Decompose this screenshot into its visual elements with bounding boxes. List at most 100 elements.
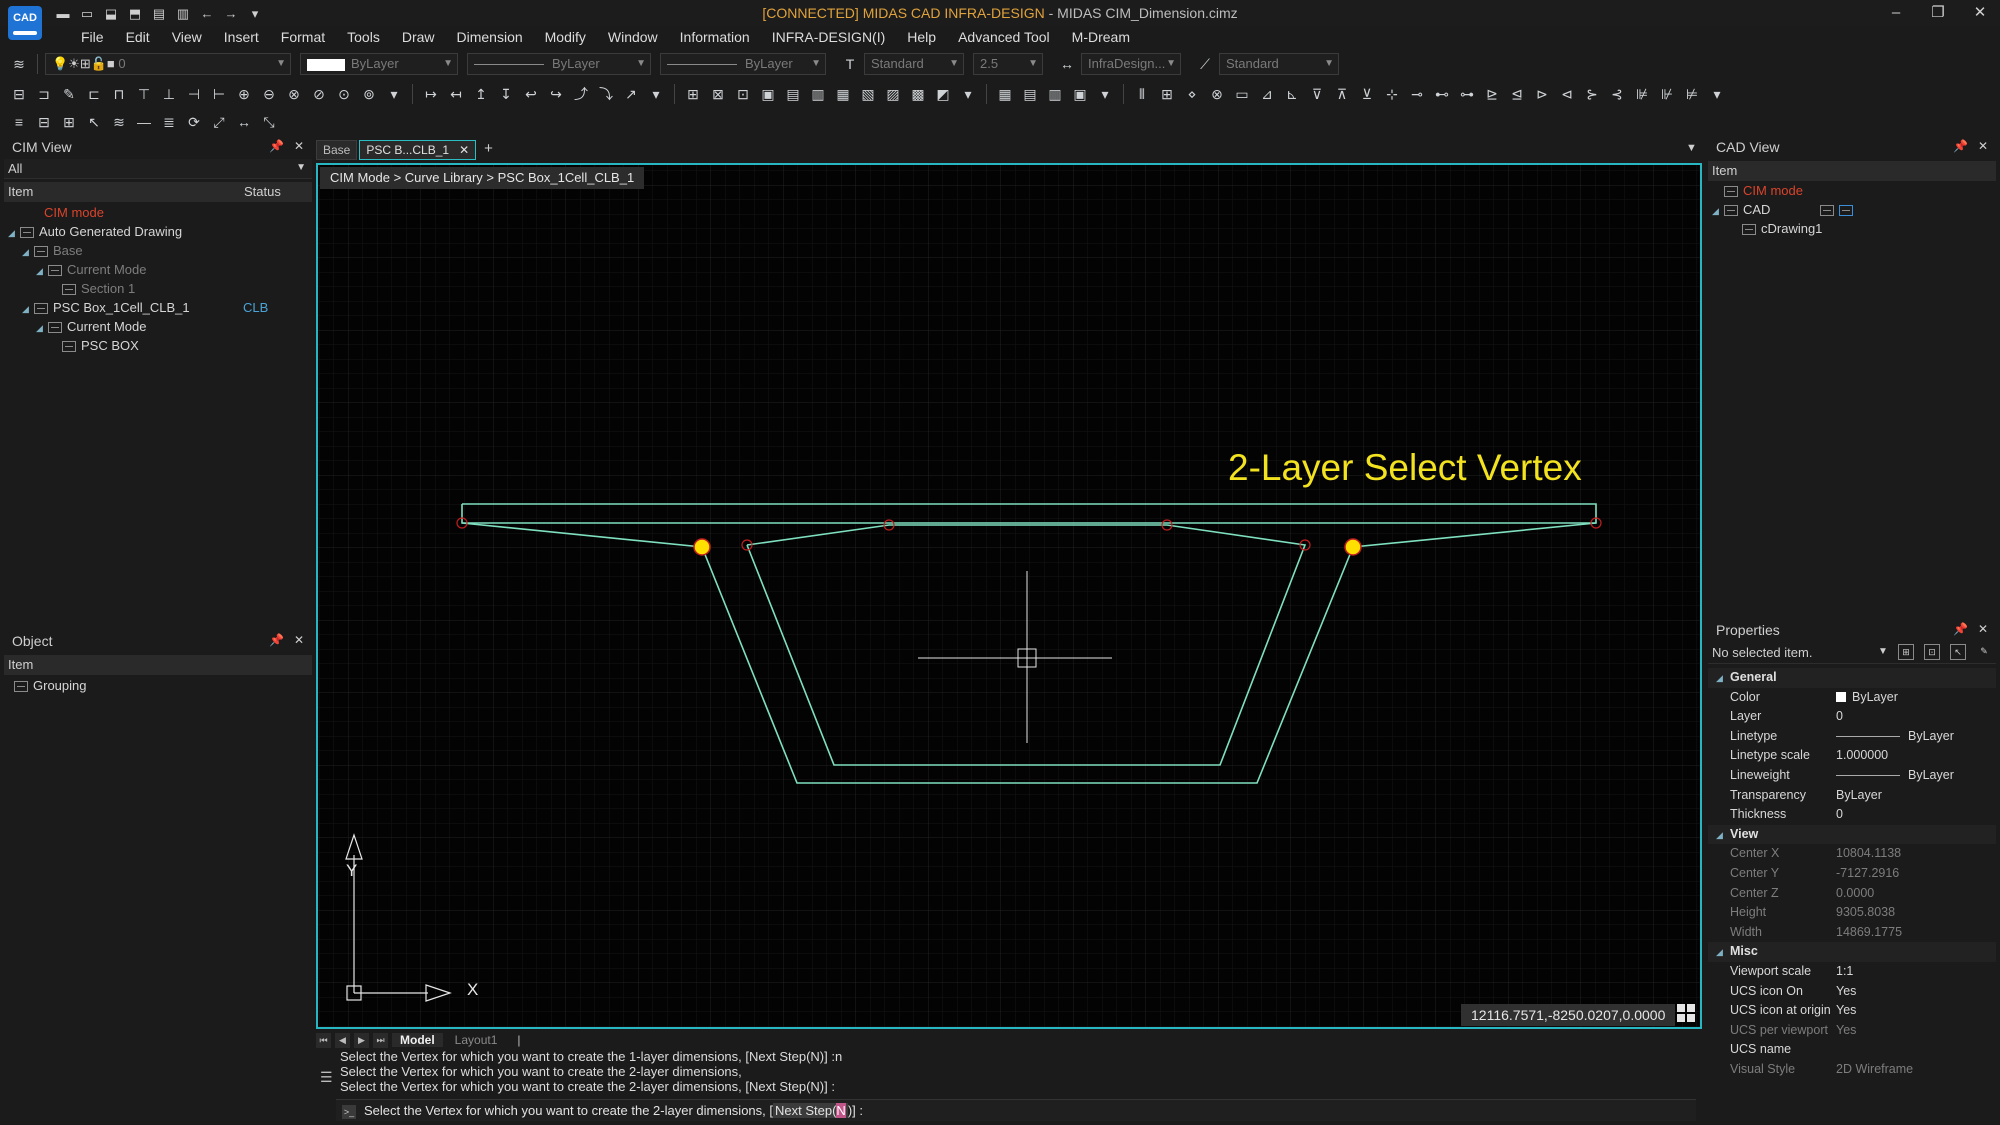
menu-advanced-tool[interactable]: Advanced Tool bbox=[947, 26, 1061, 48]
utility-tool-2-icon[interactable]: ⊞ bbox=[58, 112, 80, 132]
tree-item-current-mode[interactable]: ◢ Current Mode bbox=[8, 260, 308, 279]
close-icon[interactable]: ✕ bbox=[1978, 139, 1988, 155]
draw-tool-0-icon[interactable]: ⊟ bbox=[8, 84, 30, 104]
draw-tool-21-icon[interactable]: ↩ bbox=[520, 84, 542, 104]
draw-tool-39-icon[interactable]: ▾ bbox=[957, 84, 979, 104]
menu-modify[interactable]: Modify bbox=[534, 26, 597, 48]
draw-tool-11-icon[interactable]: ⊗ bbox=[283, 84, 305, 104]
property-value-cell[interactable]: 1:1 bbox=[1836, 962, 1996, 982]
select-objects-icon[interactable]: ⊡ bbox=[1924, 644, 1940, 660]
tree-item-cim-mode[interactable]: CIM mode bbox=[1712, 181, 1992, 200]
draw-tool-54-icon[interactable]: ⊽ bbox=[1306, 84, 1328, 104]
menu-dimension[interactable]: Dimension bbox=[446, 26, 534, 48]
property-value-cell[interactable] bbox=[1836, 1040, 1996, 1060]
column-item[interactable]: Item bbox=[8, 184, 33, 199]
menu-format[interactable]: Format bbox=[270, 26, 336, 48]
close-icon[interactable]: ✕ bbox=[294, 139, 304, 155]
draw-tool-55-icon[interactable]: ⊼ bbox=[1331, 84, 1353, 104]
new-file-icon[interactable]: ▬ bbox=[54, 6, 72, 21]
draw-tool-58-icon[interactable]: ⊸ bbox=[1406, 84, 1428, 104]
pin-icon[interactable]: 📌 bbox=[269, 139, 284, 155]
menu-view[interactable]: View bbox=[161, 26, 213, 48]
tab-model[interactable]: Model bbox=[392, 1033, 443, 1047]
tree-item-current-mode[interactable]: ◢ Current Mode bbox=[8, 317, 308, 336]
section-view[interactable]: ◢ View bbox=[1708, 824, 1996, 845]
tree-item-cim-mode[interactable]: CIM mode bbox=[8, 203, 308, 222]
menu-information[interactable]: Information bbox=[669, 26, 761, 48]
draw-tool-57-icon[interactable]: ⊹ bbox=[1381, 84, 1403, 104]
draw-tool-2-icon[interactable]: ✎ bbox=[58, 84, 80, 104]
draw-tool-13-icon[interactable]: ⊙ bbox=[333, 84, 355, 104]
tree-item-cad[interactable]: ◢ CAD bbox=[1712, 200, 1992, 219]
draw-tool-42-icon[interactable]: ▤ bbox=[1019, 84, 1041, 104]
property-value-cell[interactable]: ByLayer bbox=[1836, 786, 1996, 806]
draw-tool-63-icon[interactable]: ⊳ bbox=[1531, 84, 1553, 104]
customize-dropdown-icon[interactable]: ▾ bbox=[246, 6, 264, 21]
draw-tool-30-icon[interactable]: ⊡ bbox=[732, 84, 754, 104]
draw-tool-26-icon[interactable]: ▾ bbox=[645, 84, 667, 104]
draw-tool-25-icon[interactable]: ↗ bbox=[620, 84, 642, 104]
draw-tool-66-icon[interactable]: ⊰ bbox=[1606, 84, 1628, 104]
tree-item-psc-box-1cell-clb-1[interactable]: ◢ PSC Box_1Cell_CLB_1 CLB bbox=[8, 298, 308, 317]
property-value-cell[interactable]: ByLayer bbox=[1836, 688, 1996, 708]
draw-tool-67-icon[interactable]: ⊯ bbox=[1631, 84, 1653, 104]
tab-psc-box[interactable]: PSC B...CLB_1 ✕ bbox=[359, 140, 477, 160]
collapse-toggle-icon[interactable]: ◢ bbox=[1716, 669, 1730, 689]
next-step-option[interactable]: Next Step(N bbox=[773, 1103, 848, 1118]
draw-tool-6-icon[interactable]: ⊥ bbox=[158, 84, 180, 104]
draw-tool-61-icon[interactable]: ⊵ bbox=[1481, 84, 1503, 104]
draw-tool-45-icon[interactable]: ▾ bbox=[1094, 84, 1116, 104]
draw-tool-19-icon[interactable]: ↥ bbox=[470, 84, 492, 104]
draw-tool-43-icon[interactable]: ▥ bbox=[1044, 84, 1066, 104]
viewport-grid-icon[interactable] bbox=[1676, 1003, 1696, 1023]
viewport-icon[interactable] bbox=[1820, 205, 1835, 217]
draw-tool-5-icon[interactable]: ⊤ bbox=[133, 84, 155, 104]
minimize-button[interactable]: – bbox=[1886, 3, 1906, 23]
layer-manager-icon[interactable]: ≋ bbox=[8, 54, 30, 74]
draw-tool-18-icon[interactable]: ↤ bbox=[445, 84, 467, 104]
section-general[interactable]: ◢ General bbox=[1708, 668, 1996, 688]
utility-tool-7-icon[interactable]: ⟳ bbox=[183, 112, 205, 132]
draw-tool-4-icon[interactable]: ⊓ bbox=[108, 84, 130, 104]
menu-file[interactable]: File bbox=[70, 26, 115, 48]
draw-tool-47-icon[interactable]: ⦀ bbox=[1131, 84, 1153, 104]
menu-infra-design-i[interactable]: INFRA-DESIGN(I) bbox=[761, 26, 897, 48]
close-icon[interactable]: ✕ bbox=[1978, 622, 1988, 638]
draw-tool-48-icon[interactable]: ⊞ bbox=[1156, 84, 1178, 104]
property-value-cell[interactable]: 0 bbox=[1836, 707, 1996, 727]
tree-item-section-1[interactable]: Section 1 bbox=[8, 279, 308, 298]
section-misc[interactable]: ◢ Misc bbox=[1708, 942, 1996, 962]
selection-dropdown[interactable]: No selected item. ▼ ⊞ ⊡ ↖ ✎ bbox=[1708, 642, 1996, 664]
menu-draw[interactable]: Draw bbox=[391, 26, 446, 48]
draw-tool-49-icon[interactable]: ⋄ bbox=[1181, 84, 1203, 104]
utility-tool-9-icon[interactable]: ↔ bbox=[233, 112, 255, 132]
draw-tool-23-icon[interactable]: ⤴ bbox=[570, 84, 592, 104]
menu-m-dream[interactable]: M-Dream bbox=[1061, 26, 1141, 48]
match-properties-icon[interactable]: ✎ bbox=[1976, 644, 1992, 660]
menu-insert[interactable]: Insert bbox=[213, 26, 270, 48]
last-layout-icon[interactable]: ⏭ bbox=[373, 1032, 388, 1048]
draw-tool-41-icon[interactable]: ▦ bbox=[994, 84, 1016, 104]
draw-tool-24-icon[interactable]: ⤵ bbox=[595, 84, 617, 104]
close-tab-icon[interactable]: ✕ bbox=[459, 143, 469, 157]
drawing-viewport[interactable]: CIM Mode > Curve Library > PSC Box_1Cell… bbox=[316, 163, 1702, 1029]
property-value-cell[interactable]: ByLayer bbox=[1836, 766, 1996, 786]
color-combo[interactable]: ByLayer ▼ bbox=[300, 53, 458, 75]
menu-edit[interactable]: Edit bbox=[115, 26, 161, 48]
utility-tool-5-icon[interactable]: — bbox=[133, 112, 155, 132]
draw-tool-22-icon[interactable]: ↪ bbox=[545, 84, 567, 104]
draw-tool-52-icon[interactable]: ⊿ bbox=[1256, 84, 1278, 104]
toggle-pickadd-icon[interactable]: ⊞ bbox=[1898, 644, 1914, 660]
command-history-handle-icon[interactable]: ☰ bbox=[320, 1069, 333, 1086]
first-layout-icon[interactable]: ⏮ bbox=[316, 1032, 331, 1048]
open-folder-icon[interactable]: ▭ bbox=[78, 6, 96, 21]
layout-scroll-handle[interactable]: | bbox=[509, 1033, 528, 1047]
print-icon[interactable]: ▤ bbox=[150, 6, 168, 21]
save-icon[interactable]: ⬓ bbox=[102, 6, 120, 21]
utility-tool-6-icon[interactable]: ≣ bbox=[158, 112, 180, 132]
draw-tool-50-icon[interactable]: ⊗ bbox=[1206, 84, 1228, 104]
draw-tool-35-icon[interactable]: ▧ bbox=[857, 84, 879, 104]
property-value-cell[interactable]: Yes bbox=[1836, 982, 1996, 1002]
next-layout-icon[interactable]: ▶ bbox=[354, 1032, 369, 1048]
collapse-toggle-icon[interactable]: ◢ bbox=[1716, 943, 1730, 963]
